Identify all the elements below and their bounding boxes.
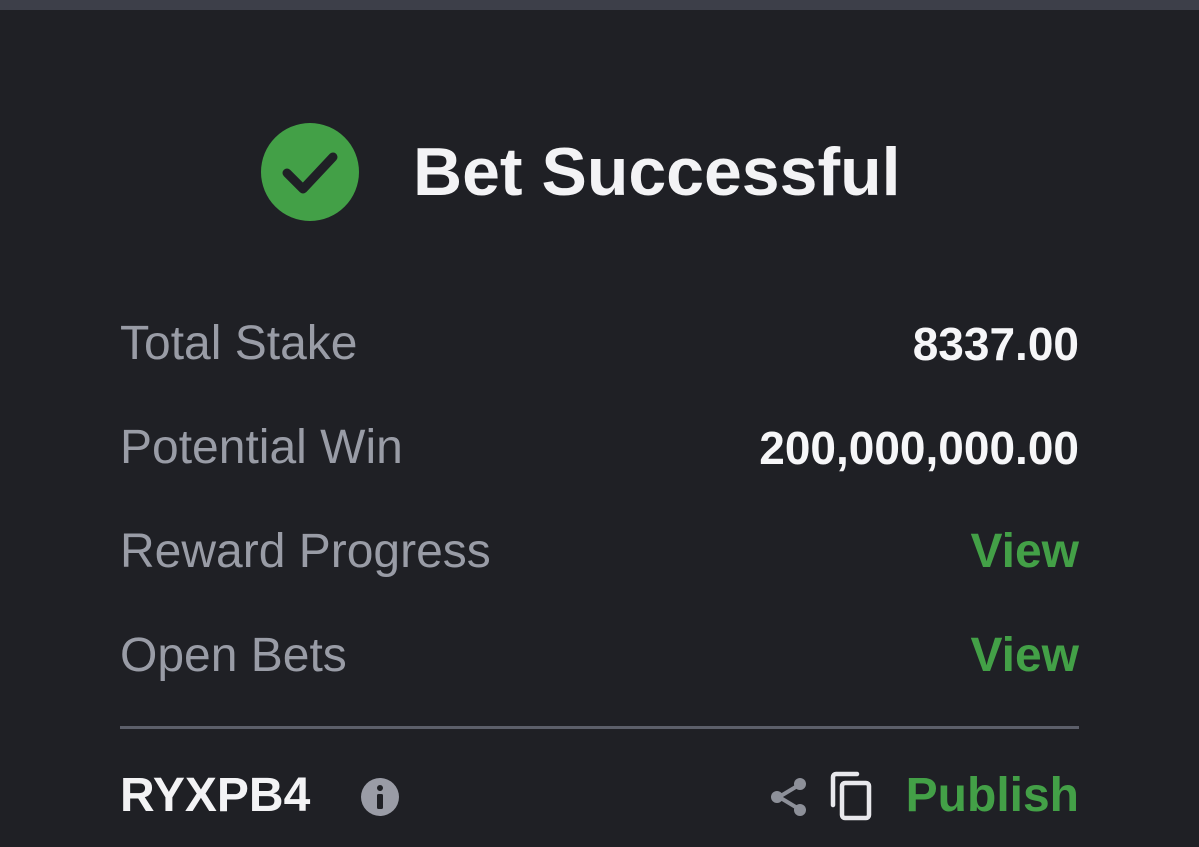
booking-footer: RYXPB4 Publish: [120, 766, 1079, 826]
potential-win-row: Potential Win 200,000,000.00: [120, 418, 1079, 478]
open-bets-view-link[interactable]: View: [970, 626, 1079, 686]
open-bets-row: Open Bets View: [120, 626, 1079, 686]
copy-icon[interactable]: [829, 771, 873, 821]
open-bets-label: Open Bets: [120, 629, 347, 682]
reward-progress-view-link[interactable]: View: [970, 522, 1079, 582]
info-icon[interactable]: [360, 777, 400, 817]
potential-win-value: 200,000,000.00: [759, 422, 1079, 474]
total-stake-row: Total Stake 8337.00: [120, 314, 1079, 374]
total-stake-value: 8337.00: [912, 318, 1079, 370]
reward-progress-row: Reward Progress View: [120, 522, 1079, 582]
publish-button[interactable]: Publish: [906, 766, 1079, 826]
potential-win-label: Potential Win: [120, 421, 403, 474]
divider: [120, 726, 1079, 729]
booking-code: RYXPB4: [120, 769, 311, 822]
total-stake-label: Total Stake: [120, 317, 358, 370]
check-circle-icon: [261, 123, 359, 221]
reward-progress-label: Reward Progress: [120, 525, 491, 578]
bet-success-header: Bet Successful: [0, 120, 1199, 224]
top-bar: [0, 0, 1199, 10]
share-icon[interactable]: [768, 776, 810, 818]
page-title: Bet Successful: [413, 134, 901, 210]
